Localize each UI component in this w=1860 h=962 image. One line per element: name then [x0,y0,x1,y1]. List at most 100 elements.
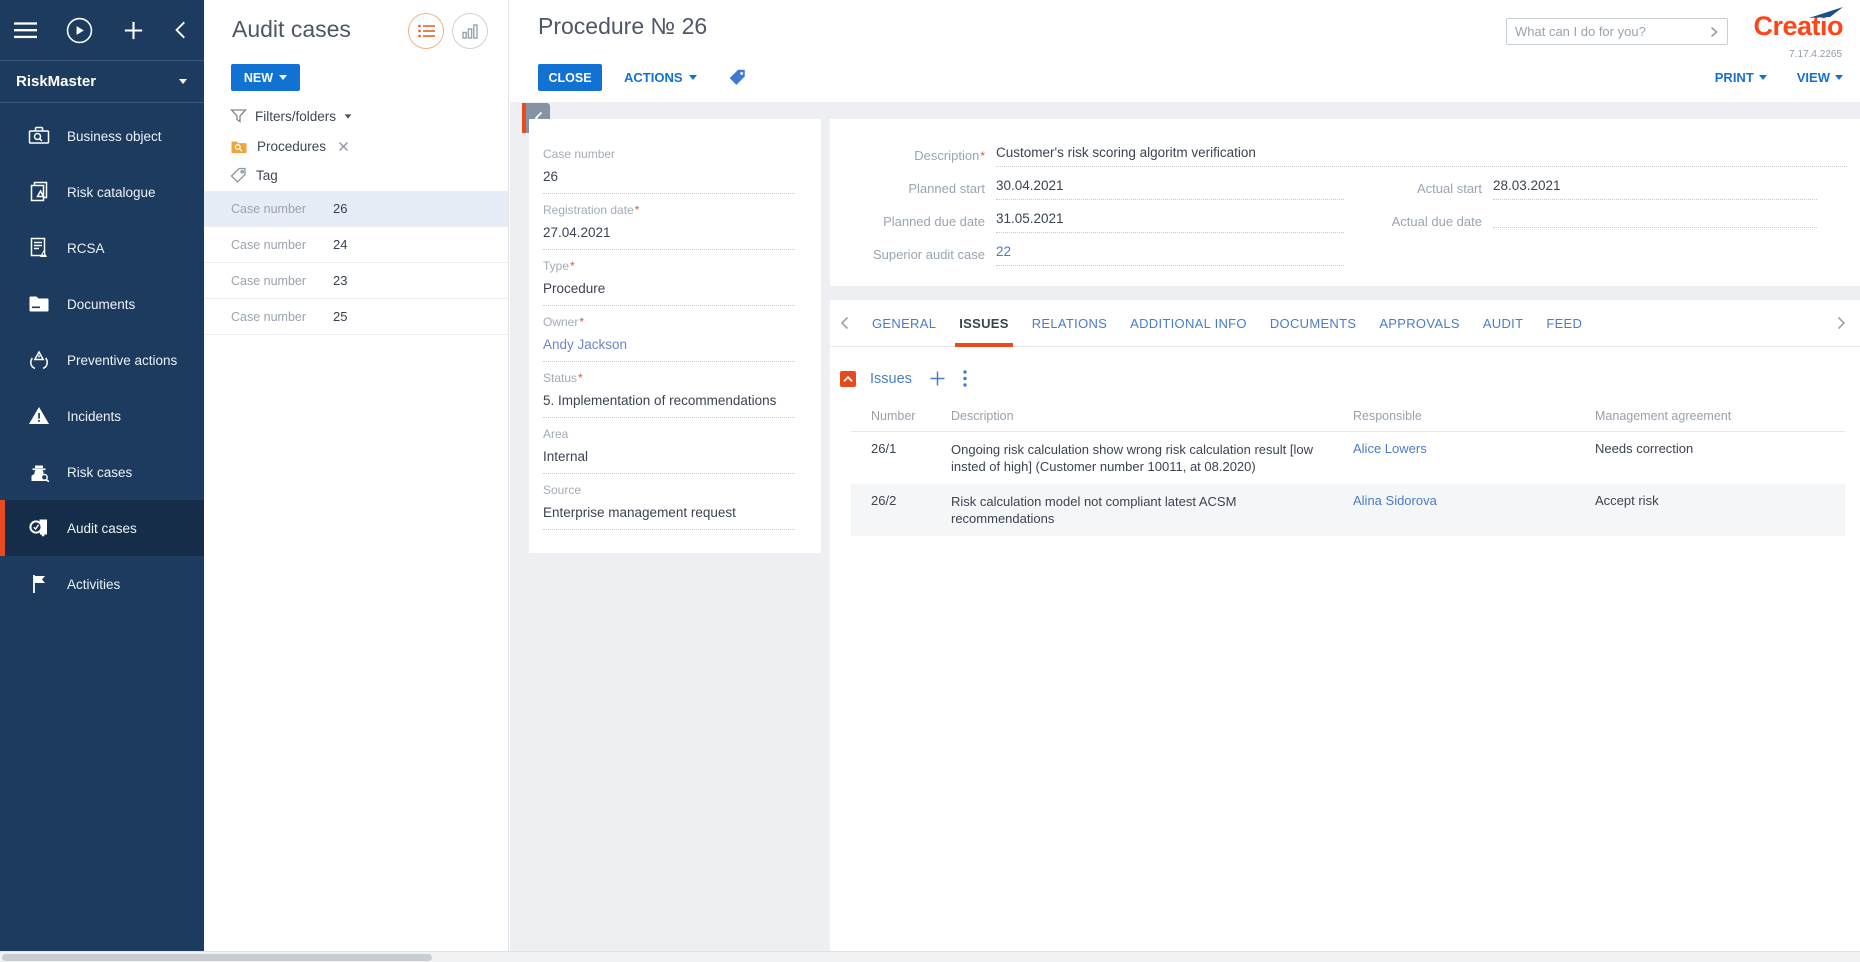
workspace-selector[interactable]: RiskMaster [0,61,204,103]
chevron-down-icon [1759,75,1767,80]
superior-audit-case-link[interactable]: 22 [996,244,1344,266]
sidebar-item-label: Preventive actions [67,352,181,369]
list-item[interactable]: Case number 24 [204,227,508,263]
tab-audit[interactable]: AUDIT [1483,300,1524,346]
sidebar-item-label: Documents [67,296,181,313]
tab-relations[interactable]: RELATIONS [1032,300,1107,346]
tabs-scroll-right-button[interactable] [1837,316,1846,330]
tab-issues[interactable]: ISSUES [959,300,1008,346]
list-item[interactable]: Case number 26 [204,191,508,227]
sidebar-item-activities[interactable]: Activities [0,556,204,612]
field-value[interactable]: 27.04.2021 [543,225,795,250]
list-item-value: 25 [333,309,347,324]
new-record-button[interactable]: NEW [231,64,300,91]
field-value[interactable]: Internal [543,449,795,474]
audit-cases-icon [24,515,54,541]
table-row[interactable]: 26/1 Ongoing risk calculation show wrong… [851,432,1845,484]
run-process-button[interactable] [66,17,93,44]
owner-link[interactable]: Andy Jackson [543,337,795,362]
view-button[interactable]: VIEW [1797,70,1843,85]
sidebar-item-documents[interactable]: Documents [0,276,204,332]
actions-button[interactable]: ACTIONS [624,64,697,91]
actual-start-value[interactable]: 28.03.2021 [1493,178,1817,200]
sidebar-item-rcsa[interactable]: RCSA [0,220,204,276]
tab-label: ISSUES [959,316,1008,331]
search-input[interactable] [1507,24,1701,39]
sidebar-item-label: RCSA [67,240,181,257]
list-view-button[interactable] [408,13,444,49]
add-issue-button[interactable] [930,371,945,386]
sidebar-item-business-object[interactable]: Business object [0,108,204,164]
preventive-actions-icon [24,347,54,373]
sidebar-item-incidents[interactable]: Incidents [0,388,204,444]
issues-menu-button[interactable] [960,370,970,387]
quick-add-button[interactable] [122,19,145,42]
field-label: Area [543,427,568,441]
list-item[interactable]: Case number 23 [204,263,508,299]
list-item-value: 26 [333,201,347,216]
field-value[interactable]: 26 [543,169,795,194]
collapse-sidebar-button[interactable] [174,20,186,40]
folder-name: Procedures [257,139,326,154]
filters-folders-menu[interactable]: Filters/folders [230,108,352,124]
record-header-fields: Description* Customer's risk scoring alg… [830,119,1860,286]
sidebar-item-risk-catalogue[interactable]: Risk catalogue [0,164,204,220]
responsible-link[interactable]: Alina Sidorova [1353,493,1583,508]
chevron-left-icon [840,316,849,330]
column-header-number[interactable]: Number [871,409,915,423]
planned-due-value[interactable]: 31.05.2021 [996,211,1344,233]
tab-general[interactable]: GENERAL [872,300,936,346]
column-header-responsible[interactable]: Responsible [1353,409,1422,423]
column-header-agreement[interactable]: Management agreement [1595,409,1731,423]
tab-approvals[interactable]: APPROVALS [1379,300,1460,346]
tabs-scroll-left-button[interactable] [840,316,849,330]
issue-number: 26/2 [871,493,896,508]
sidebar-item-audit-cases[interactable]: Audit cases [0,500,204,556]
active-folder-chip[interactable]: Procedures [231,139,349,154]
incidents-warning-icon [24,403,54,429]
tab-label: APPROVALS [1379,316,1460,331]
field-value[interactable]: Procedure [543,281,795,306]
remove-folder-filter-button[interactable] [338,141,349,152]
tag-filter[interactable]: Tag [230,167,278,183]
planned-start-value[interactable]: 30.04.2021 [996,178,1344,200]
tab-feed[interactable]: FEED [1546,300,1582,346]
field-label: Description* [845,148,985,163]
close-button[interactable]: CLOSE [538,64,602,91]
sidebar-item-label: Business object [67,128,181,145]
field-row: Planned start 30.04.2021 Actual start 28… [830,178,1860,206]
required-marker: * [635,203,640,217]
view-label: VIEW [1797,70,1830,85]
print-button[interactable]: PRINT [1715,70,1767,85]
record-tags-button[interactable] [728,68,747,91]
tab-additional-info[interactable]: ADDITIONAL INFO [1130,300,1247,346]
list-item[interactable]: Case number 25 [204,299,508,335]
chevron-down-icon [1835,75,1843,80]
scrollbar-thumb[interactable] [2,954,432,961]
chevron-down-icon [689,75,697,80]
horizontal-scrollbar[interactable] [0,951,1860,962]
sidebar-toolbar [0,0,204,61]
description-value[interactable]: Customer's risk scoring algoritm verific… [996,145,1847,167]
field-value[interactable]: Enterprise management request [543,505,795,530]
sidebar-item-label: Incidents [67,408,181,425]
new-button-label: NEW [244,71,273,85]
field-value[interactable]: 5. Implementation of recommendations [543,393,795,418]
analytics-view-button[interactable] [452,13,488,49]
tab-documents[interactable]: DOCUMENTS [1270,300,1356,346]
field-area: Area Internal [543,425,807,474]
issue-number: 26/1 [871,441,896,456]
sidebar-item-risk-cases[interactable]: Risk cases [0,444,204,500]
field-label: Status [543,371,577,385]
search-submit-button[interactable] [1701,26,1727,38]
collapse-issues-button[interactable] [840,371,856,387]
actual-due-value[interactable] [1493,211,1817,228]
responsible-link[interactable]: Alice Lowers [1353,441,1583,456]
documents-folder-icon [24,291,54,317]
sidebar-item-preventive-actions[interactable]: Preventive actions [0,332,204,388]
table-row[interactable]: 26/2 Risk calculation model not complian… [851,484,1845,536]
column-header-description[interactable]: Description [951,409,1014,423]
required-marker: * [980,149,985,163]
creatio-logo: Creatio [1753,11,1843,42]
hamburger-menu-button[interactable] [14,22,37,39]
